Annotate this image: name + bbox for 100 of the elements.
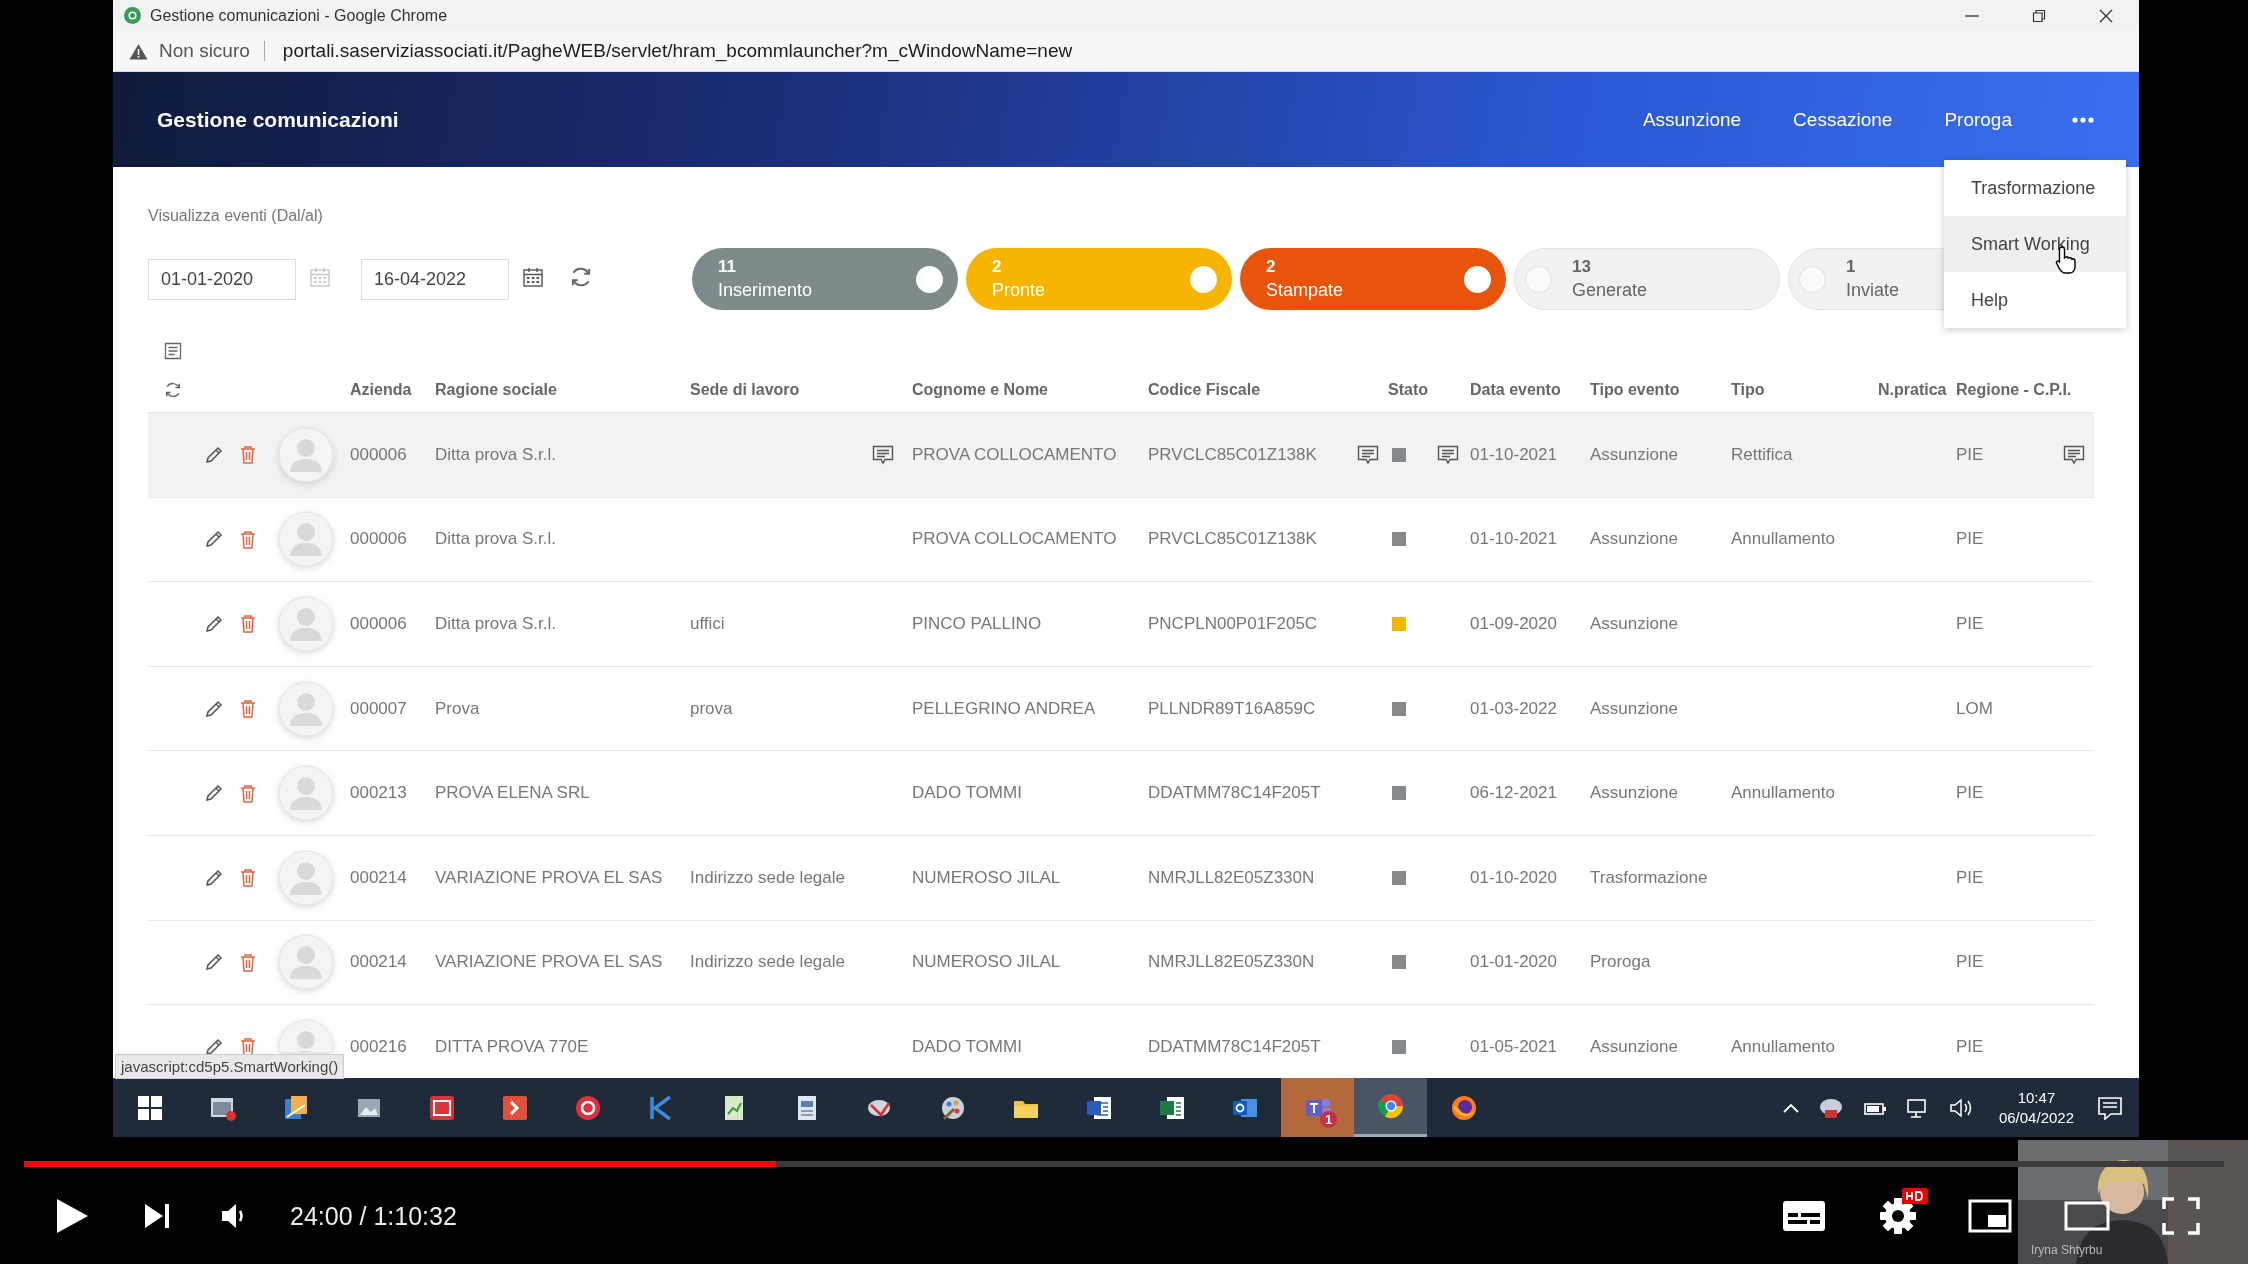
table-cell-text: PIE (1955, 614, 1985, 634)
table-cell-text: PRVCLC85C01Z138K (1147, 529, 1318, 550)
table-cell-text: NUMEROSO JILAL (911, 952, 1062, 973)
nav-link[interactable]: Assunzione (1616, 108, 1768, 131)
table-row[interactable]: 000006 Ditta prova S.r.l. PROVA COLLOCAMENTO PRVCLC85C01Z138K 01-10-2021 Assunzione Rettifica PIE (148, 413, 2094, 498)
column-header[interactable]: Sede di lavoro (686, 381, 908, 399)
comment-icon[interactable] (872, 444, 894, 465)
progress-bar[interactable] (24, 1161, 2224, 1167)
table-cell-text: PIE (1955, 529, 1985, 550)
chevron-up-icon[interactable] (1781, 1101, 1800, 1114)
table-cell-text: VARIAZIONE PROVA EL SAS (434, 867, 664, 888)
table-cell-text: 06-12-2021 (1469, 783, 1558, 804)
settings-icon[interactable] (1878, 1196, 1918, 1236)
window-title: Gestione comunicazioni - Google Chrome (150, 6, 448, 25)
play-icon[interactable] (55, 1198, 89, 1234)
pencil-icon[interactable] (204, 444, 224, 465)
table-cell-text: PROVA ELENA SRL (434, 783, 591, 804)
address-url[interactable]: portali.saserviziassociati.it/PagheWEB/servlet/hram_bcommlauncher?m_cWindowName=new (282, 40, 1073, 62)
table-cell-text: Assunzione (1589, 698, 1679, 719)
trash-icon[interactable] (240, 699, 256, 719)
security-label[interactable]: Non sicuro (159, 40, 250, 62)
restore-icon (2031, 8, 2046, 23)
table-cell-text: Assunzione (1589, 783, 1679, 804)
table-cell-text: Assunzione (1589, 1036, 1679, 1057)
pencil-icon[interactable] (204, 867, 224, 888)
avatar-icon (277, 764, 335, 823)
column-header[interactable]: Ragione sociale (431, 381, 686, 399)
table-cell-text: 000216 (349, 1036, 408, 1057)
table-cell-text: NMRJLL82E05Z330N (1147, 867, 1316, 888)
table-cell-text: PLLNDR89T16A859C (1147, 698, 1317, 719)
table-cell-text: Proroga (1589, 952, 1652, 973)
trash-icon[interactable] (240, 1037, 256, 1057)
clock-time[interactable]: 10:47 (2017, 1087, 2056, 1108)
trash-icon[interactable] (240, 445, 256, 465)
table-cell-text: Prova (434, 698, 481, 719)
table-cell-text: Rettifica (1730, 444, 1794, 465)
column-header[interactable]: Codice Fiscale (1144, 381, 1346, 399)
date-field[interactable]: 01-01-2020 (148, 258, 296, 300)
comment-icon[interactable] (1437, 444, 1459, 465)
table-cell-text: 000006 (349, 614, 408, 634)
avatar-icon (277, 595, 335, 653)
clock-date[interactable]: 06/04/2022 (1998, 1107, 2074, 1128)
comment-icon[interactable] (1357, 444, 1379, 465)
comment-icon[interactable] (2063, 444, 2085, 465)
time-display: 24:00 / 1:10:32 (290, 1201, 457, 1231)
pencil-icon[interactable] (204, 1036, 224, 1057)
status-filter-toggle[interactable]: 2 Stampate (1240, 248, 1506, 310)
avatar-icon (277, 848, 335, 907)
trash-icon[interactable] (240, 529, 256, 549)
menu-item[interactable]: Smart Working (1944, 216, 2126, 272)
notifications-icon[interactable] (2097, 1095, 2123, 1120)
column-header[interactable]: Tipo (1727, 381, 1874, 399)
column-header[interactable]: Regione - C.P.I. (1952, 381, 2094, 399)
list-icon[interactable] (164, 342, 182, 360)
table-cell-text: 01-09-2020 (1469, 614, 1558, 634)
menu-item[interactable]: Trasformazione (1944, 160, 2126, 216)
status-bubble: javascript:cd5p5.SmartWorking() (115, 1054, 345, 1079)
table-cell-text: Trasformazione (1589, 867, 1709, 888)
trash-icon[interactable] (240, 614, 256, 634)
trash-icon[interactable] (240, 868, 256, 888)
status-filter-toggle[interactable]: 11 Inserimento (692, 248, 958, 310)
fullscreen-icon[interactable] (2162, 1197, 2200, 1235)
pencil-icon[interactable] (204, 952, 224, 973)
column-header[interactable]: N.pratica (1874, 381, 1952, 399)
theater-mode-icon[interactable] (2064, 1201, 2110, 1231)
table-cell-text: PIE (1955, 867, 1985, 888)
table-cell-text: 000006 (349, 529, 408, 550)
trash-icon[interactable] (240, 952, 256, 972)
table-cell-text: DDATMM78C14F205T (1147, 1036, 1322, 1057)
pencil-icon[interactable] (204, 529, 224, 550)
table-cell-text: Annullamento (1730, 783, 1836, 804)
column-header[interactable]: Cognome e Nome (908, 381, 1144, 399)
table-cell-text: 01-03-2022 (1469, 698, 1558, 719)
nav-link[interactable]: Proroga (1918, 108, 2038, 131)
table-cell-text: 01-10-2021 (1469, 529, 1558, 550)
table-cell-text: Indirizzo sede legale (689, 952, 846, 973)
table-cell-text: Ditta prova S.r.l. (434, 444, 557, 465)
pencil-icon[interactable] (204, 783, 224, 804)
browser-icon[interactable] (1375, 1091, 1406, 1121)
table-cell-text: PIE (1955, 444, 1985, 465)
column-header[interactable]: Stato (1346, 381, 1466, 399)
next-icon[interactable] (144, 1203, 170, 1229)
table-cell-text: PIE (1955, 1036, 1985, 1057)
trash-icon[interactable] (240, 783, 256, 803)
subtitles-icon[interactable] (1782, 1200, 1826, 1232)
refresh-icon[interactable] (163, 380, 183, 400)
nav-link[interactable]: Cessazione (1767, 108, 1919, 131)
status-filter-toggle[interactable]: 13 Generate (1514, 248, 1780, 310)
table-cell-text: 000007 (349, 698, 408, 719)
avatar-icon (277, 510, 335, 569)
column-header[interactable]: Azienda (346, 381, 431, 399)
pencil-icon[interactable] (204, 614, 224, 634)
table-cell-text: 01-01-2020 (1469, 952, 1558, 973)
miniplayer-icon[interactable] (1968, 1199, 2012, 1233)
more-icon[interactable] (2072, 116, 2094, 123)
date-field[interactable]: 16-04-2022 (361, 258, 509, 300)
pencil-icon[interactable] (204, 698, 224, 719)
column-header[interactable]: Data evento (1466, 381, 1586, 399)
table-cell-text: NMRJLL82E05Z330N (1147, 952, 1316, 973)
column-header[interactable]: Tipo evento (1586, 381, 1727, 399)
